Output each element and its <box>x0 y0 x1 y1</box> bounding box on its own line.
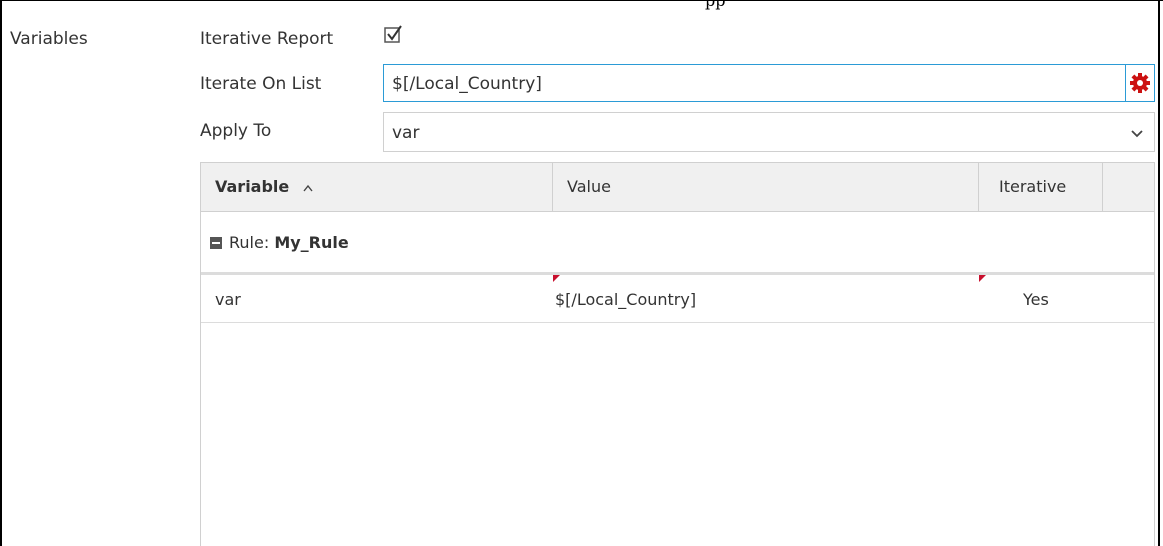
checkbox-checked-icon <box>384 25 402 43</box>
iterative-report-label: Iterative Report <box>200 29 334 49</box>
cell-iterative-text: Yes <box>1023 290 1049 309</box>
column-header-value-label: Value <box>567 177 611 196</box>
grid-header: Variable Value Iterative <box>201 163 1154 212</box>
column-header-variable-label: Variable <box>215 177 290 196</box>
cell-value-text: $[/Local_Country] <box>555 290 697 309</box>
gear-icon <box>1130 73 1150 93</box>
dirty-marker-value <box>553 275 560 282</box>
cell-iterative[interactable]: Yes <box>979 275 1103 322</box>
variables-grid: Variable Value Iterative Rule: My_Rule v… <box>200 162 1155 546</box>
column-header-iterative-label: Iterative <box>999 177 1067 196</box>
column-header-variable[interactable]: Variable <box>201 163 553 211</box>
column-header-blank <box>1103 163 1154 211</box>
iterate-on-list-value: $[/Local_Country] <box>392 74 542 94</box>
apply-to-value: var <box>392 123 420 143</box>
column-header-value[interactable]: Value <box>553 163 979 211</box>
iterative-report-checkbox[interactable] <box>383 24 405 46</box>
chevron-down-icon <box>1131 130 1143 138</box>
group-label: Rule: My_Rule <box>229 233 349 252</box>
column-header-iterative[interactable]: Iterative <box>979 163 1103 211</box>
group-name: My_Rule <box>274 233 349 252</box>
cell-value[interactable]: $[/Local_Country] <box>553 275 979 322</box>
collapse-icon[interactable] <box>210 237 222 249</box>
iterate-on-list-input[interactable]: $[/Local_Country] <box>383 64 1155 102</box>
iterate-on-list-options-button[interactable] <box>1125 65 1154 101</box>
table-row[interactable]: var $[/Local_Country] Yes <box>201 275 1154 323</box>
iterate-on-list-label: Iterate On List <box>200 74 322 94</box>
group-row-rule: Rule: My_Rule <box>201 212 1154 275</box>
section-label: Variables <box>10 29 88 49</box>
cell-variable-text: var <box>215 290 241 309</box>
dirty-marker-iterative <box>979 275 986 282</box>
cell-variable[interactable]: var <box>201 275 553 322</box>
apply-to-label: Apply To <box>200 121 272 141</box>
apply-to-select[interactable]: var <box>383 112 1155 152</box>
group-prefix: Rule: <box>229 233 270 252</box>
sort-ascending-icon <box>303 184 313 191</box>
